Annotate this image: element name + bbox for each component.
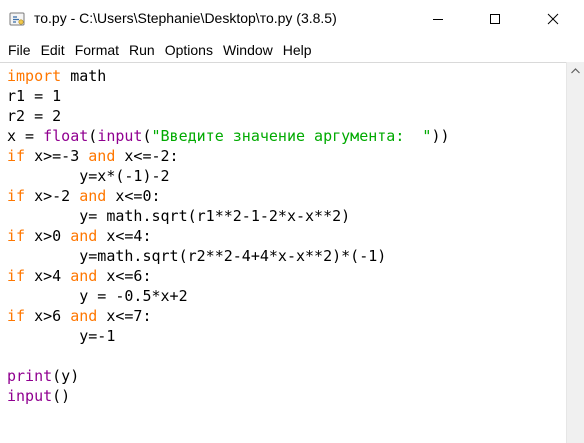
- code-line[interactable]: input(): [7, 386, 566, 406]
- keyword-token: import: [7, 67, 62, 85]
- code-token: y = -0.5*x+2: [7, 287, 188, 305]
- keyword-token: if: [7, 307, 26, 325]
- code-token: y=math.sqrt(r2**2-4+4*x-x**2)*(-1): [7, 247, 387, 265]
- scroll-up-button[interactable]: [567, 62, 584, 79]
- code-token: x>-2: [25, 187, 80, 205]
- builtin-token: print: [7, 367, 53, 385]
- menu-format[interactable]: Format: [70, 38, 124, 62]
- python-idle-icon: [9, 12, 25, 26]
- code-line[interactable]: y=-1: [7, 326, 566, 346]
- close-icon: [547, 13, 559, 25]
- code-line[interactable]: if x>4 and x<=6:: [7, 266, 566, 286]
- code-line[interactable]: x = float(input("Введите значение аргуме…: [7, 126, 566, 146]
- code-token: (: [88, 127, 98, 145]
- keyword-token: and: [88, 147, 116, 165]
- code-token: x<=7:: [97, 307, 152, 325]
- code-token: x>6: [25, 307, 71, 325]
- title-bar[interactable]: то.py - C:\Users\Stephanie\Desktop\то.py…: [0, 0, 584, 38]
- chevron-up-icon: [571, 67, 580, 73]
- code-line[interactable]: print(y): [7, 366, 566, 386]
- code-line[interactable]: if x>-2 and x<=0:: [7, 186, 566, 206]
- keyword-token: and: [70, 267, 98, 285]
- keyword-token: if: [7, 227, 26, 245]
- code-line[interactable]: [7, 346, 566, 366]
- code-line[interactable]: import math: [7, 66, 566, 86]
- menu-edit[interactable]: Edit: [36, 38, 70, 62]
- code-token: x =: [7, 127, 44, 145]
- keyword-token: if: [7, 267, 26, 285]
- maximize-button[interactable]: [472, 0, 518, 38]
- minimize-button[interactable]: [415, 0, 461, 38]
- keyword-token: and: [70, 227, 98, 245]
- code-token: y= math.sqrt(r1**2-1-2*x-x**2): [7, 207, 351, 225]
- code-token: x>4: [25, 267, 71, 285]
- code-line[interactable]: r2 = 2: [7, 106, 566, 126]
- menu-options[interactable]: Options: [160, 38, 218, 62]
- menu-run[interactable]: Run: [124, 38, 160, 62]
- code-token: y=-1: [7, 327, 116, 345]
- code-line[interactable]: r1 = 1: [7, 86, 566, 106]
- code-line[interactable]: if x>6 and x<=7:: [7, 306, 566, 326]
- vertical-scrollbar[interactable]: [566, 62, 584, 443]
- menu-window[interactable]: Window: [218, 38, 278, 62]
- code-line[interactable]: y= math.sqrt(r1**2-1-2*x-x**2): [7, 206, 566, 226]
- code-line[interactable]: if x>=-3 and x<=-2:: [7, 146, 566, 166]
- code-token: r2 = 2: [7, 107, 62, 125]
- code-line[interactable]: y=math.sqrt(r2**2-4+4*x-x**2)*(-1): [7, 246, 566, 266]
- code-token: x>0: [25, 227, 71, 245]
- code-token: )): [431, 127, 450, 145]
- idle-editor-window: то.py - C:\Users\Stephanie\Desktop\то.py…: [0, 0, 584, 443]
- builtin-token: float: [43, 127, 89, 145]
- code-token: (: [142, 127, 152, 145]
- string-token: "Введите значение аргумента: ": [151, 127, 432, 145]
- code-line[interactable]: y = -0.5*x+2: [7, 286, 566, 306]
- code-token: math: [61, 67, 107, 85]
- code-token: r1 = 1: [7, 87, 62, 105]
- keyword-token: and: [79, 187, 107, 205]
- code-line[interactable]: y=x*(-1)-2: [7, 166, 566, 186]
- code-token: x<=6:: [97, 267, 152, 285]
- maximize-icon: [490, 14, 500, 24]
- code-token: (): [52, 387, 71, 405]
- code-token: y=x*(-1)-2: [7, 167, 170, 185]
- menu-file[interactable]: File: [0, 38, 36, 62]
- code-token: x>=-3: [25, 147, 89, 165]
- window-title: то.py - C:\Users\Stephanie\Desktop\то.py…: [34, 10, 337, 26]
- code-line[interactable]: if x>0 and x<=4:: [7, 226, 566, 246]
- builtin-token: input: [7, 387, 53, 405]
- code-text[interactable]: import math r1 = 1 r2 = 2x = float(input("…: [0, 63, 566, 406]
- menu-bar: File Edit Format Run Options Window Help: [0, 38, 584, 62]
- keyword-token: and: [70, 307, 98, 325]
- keyword-token: if: [7, 187, 26, 205]
- code-token: x<=4:: [97, 227, 152, 245]
- menu-help[interactable]: Help: [278, 38, 317, 62]
- code-editor[interactable]: import math r1 = 1 r2 = 2x = float(input("…: [0, 63, 566, 443]
- keyword-token: if: [7, 147, 26, 165]
- code-token: x<=-2:: [115, 147, 179, 165]
- editor-frame: import math r1 = 1 r2 = 2x = float(input("…: [0, 62, 584, 443]
- minimize-icon: [433, 19, 443, 20]
- builtin-token: input: [97, 127, 143, 145]
- code-token: x<=0:: [106, 187, 161, 205]
- code-token: (y): [52, 367, 80, 385]
- close-button[interactable]: [530, 0, 576, 38]
